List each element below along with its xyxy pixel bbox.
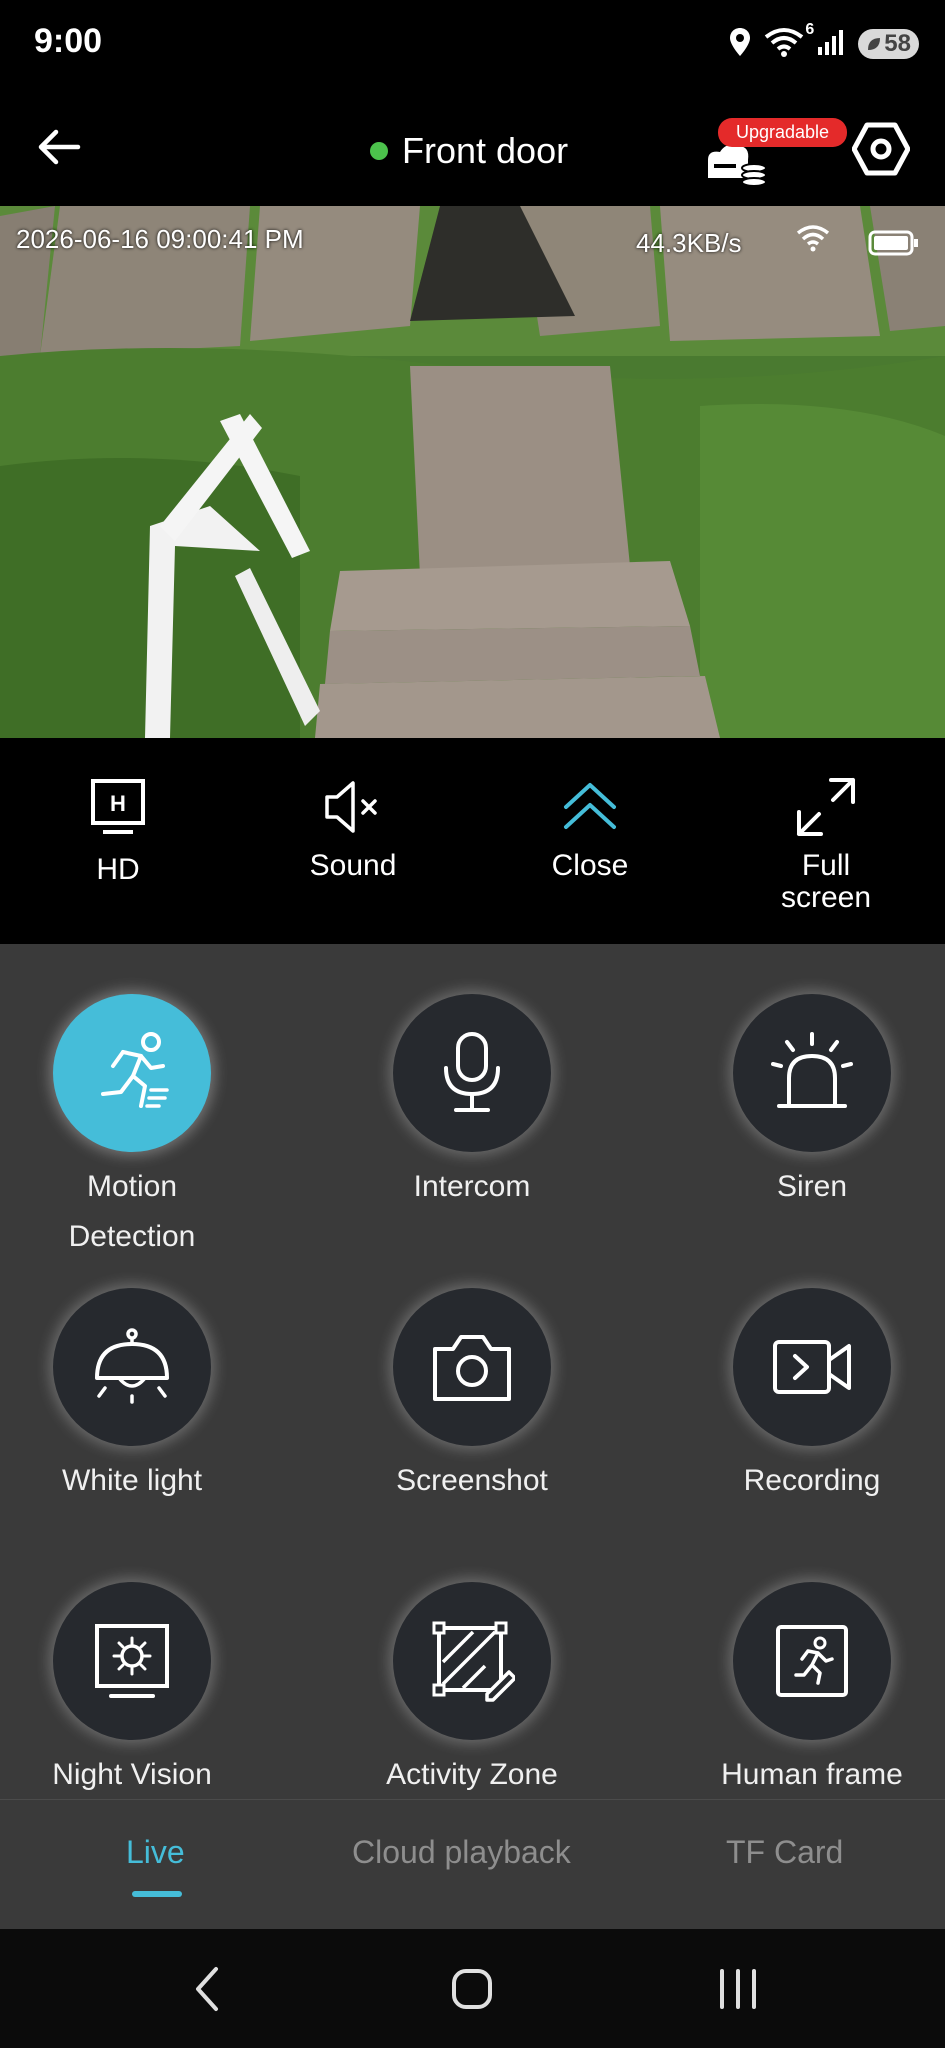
night-vision-icon bbox=[95, 1624, 169, 1698]
fullscreen-icon bbox=[736, 772, 916, 842]
recording-label: Recording bbox=[743, 1464, 881, 1497]
activity-zone-toggle[interactable] bbox=[393, 1582, 551, 1740]
wifi-icon bbox=[796, 224, 830, 257]
video-data-rate: 44.3KB/s bbox=[636, 228, 742, 258]
live-video-feed[interactable]: 2026-06-16 09:00:41 PM 44.3KB/s bbox=[0, 206, 945, 738]
white-light-label: White light bbox=[61, 1464, 203, 1497]
night-vision-label: Night Vision bbox=[52, 1758, 212, 1791]
recording-toggle[interactable] bbox=[733, 1288, 891, 1446]
siren-toggle[interactable] bbox=[733, 994, 891, 1152]
white-light-button[interactable]: White light bbox=[12, 1288, 252, 1506]
video-timestamp: 2026-06-16 09:00:41 PM bbox=[16, 224, 304, 254]
ceiling-light-icon bbox=[95, 1328, 169, 1404]
motion-detection-button[interactable]: Motion Detection bbox=[12, 994, 252, 1262]
fullscreen-button[interactable]: Full screen bbox=[736, 772, 916, 914]
intercom-toggle[interactable] bbox=[393, 994, 551, 1152]
human-frame-icon bbox=[776, 1625, 848, 1697]
video-record-icon bbox=[773, 1340, 851, 1394]
battery-icon bbox=[868, 230, 920, 261]
night-vision-button[interactable]: Night Vision bbox=[12, 1582, 252, 1799]
hd-icon: H bbox=[28, 772, 208, 842]
settings-icon bbox=[851, 122, 911, 176]
battery-level: 58 bbox=[884, 30, 911, 57]
nav-home-button[interactable] bbox=[442, 1959, 502, 2019]
active-tab-indicator bbox=[132, 1891, 182, 1897]
page-title: Front door bbox=[402, 130, 569, 171]
svg-text:H: H bbox=[110, 791, 126, 816]
battery-icon: 58 bbox=[858, 29, 919, 59]
fullscreen-label: Full screen bbox=[780, 849, 872, 914]
back-icon bbox=[196, 1967, 218, 2011]
chevron-up-icon bbox=[500, 772, 680, 842]
close-label: Close bbox=[551, 849, 629, 882]
screenshot-label: Screenshot bbox=[396, 1464, 548, 1497]
bottom-tabs: Live Cloud playback TF Card bbox=[0, 1799, 945, 1930]
intercom-button[interactable]: Intercom bbox=[352, 994, 592, 1212]
tab-cloud-playback[interactable]: Cloud playback bbox=[352, 1834, 571, 1871]
motion-detection-label: Motion Detection bbox=[68, 1170, 196, 1253]
signal-icon bbox=[816, 27, 846, 62]
nav-back-button[interactable] bbox=[178, 1959, 238, 2019]
location-icon bbox=[728, 27, 752, 62]
status-time: 9:00 bbox=[34, 22, 103, 60]
tab-live[interactable]: Live bbox=[126, 1834, 185, 1871]
status-icons: 6 58 bbox=[728, 21, 919, 64]
tab-tf-card[interactable]: TF Card bbox=[726, 1834, 843, 1871]
camera-icon bbox=[433, 1335, 511, 1401]
feature-panel: Motion Detection Intercom Siren White li… bbox=[0, 944, 945, 1799]
intercom-label: Intercom bbox=[413, 1170, 531, 1203]
microphone-icon bbox=[444, 1032, 500, 1112]
white-light-toggle[interactable] bbox=[53, 1288, 211, 1446]
back-arrow-icon bbox=[38, 129, 81, 165]
zone-edit-icon bbox=[432, 1621, 515, 1702]
app-bar: Front door Upgradable bbox=[0, 90, 945, 206]
siren-icon bbox=[771, 1032, 853, 1108]
upgradable-badge[interactable]: Upgradable bbox=[718, 118, 848, 147]
motion-detection-toggle[interactable] bbox=[53, 994, 211, 1152]
human-frame-button[interactable]: Human frame bbox=[692, 1582, 932, 1799]
human-frame-label: Human frame bbox=[721, 1758, 903, 1791]
system-nav-bar bbox=[0, 1929, 945, 2048]
status-bar: 9:00 6 58 bbox=[0, 0, 945, 90]
close-button[interactable]: Close bbox=[500, 772, 680, 882]
running-person-icon bbox=[101, 1032, 169, 1108]
player-controls: H HD Sound Close Full screen bbox=[0, 738, 945, 944]
recording-button[interactable]: Recording bbox=[692, 1288, 932, 1506]
activity-zone-button[interactable]: Activity Zone bbox=[352, 1582, 592, 1799]
settings-button[interactable] bbox=[851, 120, 911, 178]
siren-label: Siren bbox=[776, 1170, 848, 1203]
sound-button[interactable]: Sound bbox=[263, 772, 443, 882]
night-vision-toggle[interactable] bbox=[53, 1582, 211, 1740]
wifi-icon: 6 bbox=[764, 21, 814, 62]
speaker-muted-icon bbox=[263, 772, 443, 842]
device-title: Front door bbox=[370, 130, 568, 172]
wifi-badge: 6 bbox=[805, 20, 815, 38]
sound-label: Sound bbox=[309, 849, 397, 882]
hd-label: HD bbox=[96, 853, 140, 886]
hd-button[interactable]: H HD bbox=[28, 772, 208, 886]
camera-scene bbox=[0, 206, 945, 738]
online-status-dot bbox=[370, 142, 388, 160]
activity-zone-label: Activity Zone bbox=[386, 1758, 558, 1791]
screenshot-button[interactable]: Screenshot bbox=[352, 1288, 592, 1506]
siren-button[interactable]: Siren bbox=[692, 994, 932, 1212]
nav-recents-button[interactable] bbox=[708, 1959, 768, 2019]
screenshot-toggle[interactable] bbox=[393, 1288, 551, 1446]
home-icon bbox=[452, 1969, 492, 2009]
back-button[interactable] bbox=[34, 122, 84, 172]
recents-icon bbox=[720, 1969, 756, 2009]
human-frame-toggle[interactable] bbox=[733, 1582, 891, 1740]
